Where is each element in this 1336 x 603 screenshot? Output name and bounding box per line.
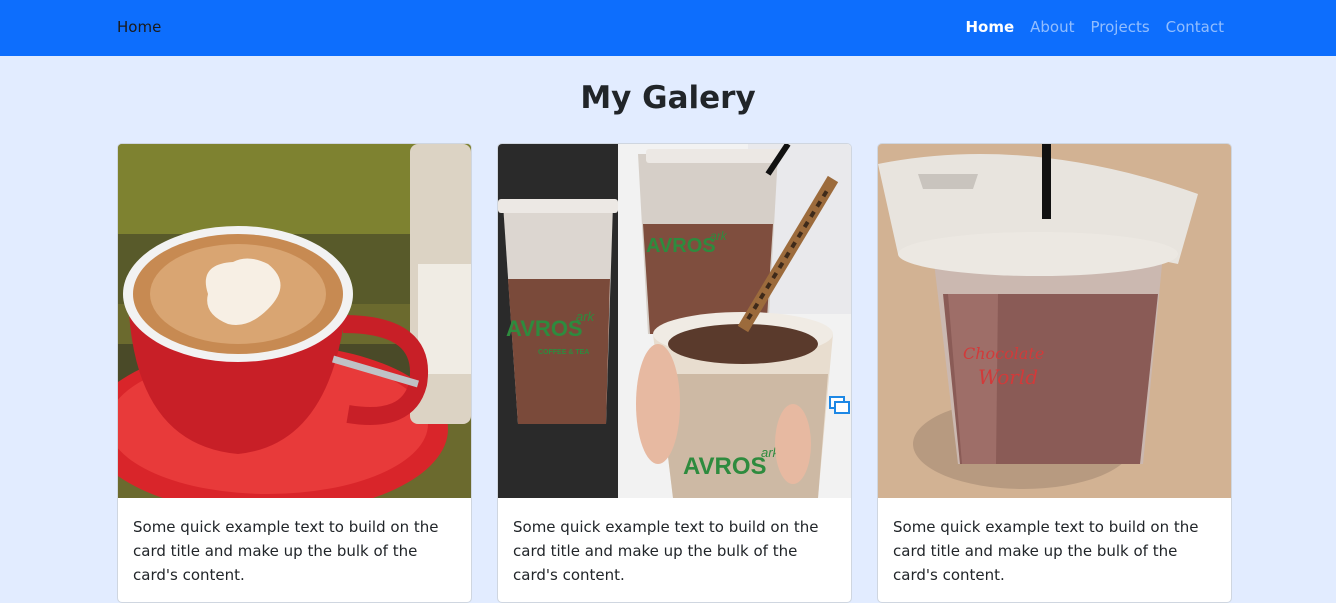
card-image-latte — [118, 144, 471, 498]
page-title: My Galery — [580, 80, 756, 116]
gallery-card-2[interactable]: AVROS ark COFFEE & TEA AVROS ark AVROS a… — [497, 143, 852, 603]
svg-text:COFFEE & TEA: COFFEE & TEA — [538, 349, 589, 356]
nav-link-home[interactable]: Home — [965, 18, 1014, 36]
svg-text:AVROS: AVROS — [683, 453, 767, 480]
nav-links: Home About Projects Contact — [965, 18, 1224, 36]
svg-text:World: World — [978, 365, 1038, 389]
card-text: Some quick example text to build on the … — [133, 518, 439, 584]
nav-link-contact[interactable]: Contact — [1166, 18, 1224, 36]
svg-text:AVROS: AVROS — [646, 235, 716, 257]
svg-text:Chocolate: Chocolate — [963, 344, 1044, 363]
card-text: Some quick example text to build on the … — [893, 518, 1199, 584]
gallery-card-3[interactable]: Chocolate World Some quick example text … — [877, 143, 1232, 603]
svg-text:ark: ark — [710, 229, 728, 243]
svg-text:ark: ark — [576, 309, 596, 324]
gallery-card-1[interactable]: Some quick example text to build on the … — [117, 143, 472, 603]
svg-text:AVROS: AVROS — [506, 316, 583, 341]
gallery-icon[interactable] — [829, 396, 851, 414]
nav-link-about[interactable]: About — [1030, 18, 1074, 36]
card-image-iced-chocolate: Chocolate World — [878, 144, 1231, 498]
card-image-iced-drinks: AVROS ark COFFEE & TEA AVROS ark AVROS a… — [498, 144, 851, 498]
navbar-brand[interactable]: Home — [117, 18, 161, 36]
card-text: Some quick example text to build on the … — [513, 518, 819, 584]
nav-link-projects[interactable]: Projects — [1091, 18, 1150, 36]
navbar: Home Home About Projects Contact — [0, 0, 1336, 56]
